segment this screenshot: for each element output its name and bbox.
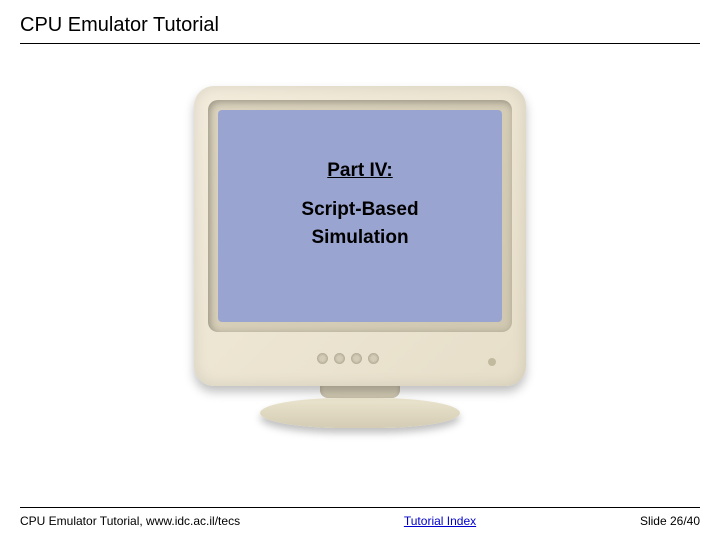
monitor-knobs: [317, 353, 379, 364]
knob-icon: [351, 353, 362, 364]
knob-icon: [368, 353, 379, 364]
monitor-bezel: Part IV: Script-Based Simulation: [194, 86, 526, 386]
monitor-figure: Part IV: Script-Based Simulation: [0, 86, 720, 436]
page-title: CPU Emulator Tutorial: [20, 14, 700, 44]
power-button-icon: [488, 358, 496, 366]
screen-part-label: Part IV:: [327, 160, 392, 182]
monitor-screen: Part IV: Script-Based Simulation: [218, 110, 502, 322]
slide-number: Slide 26/40: [640, 514, 700, 528]
footer-center: Tutorial Index: [240, 514, 640, 528]
knob-icon: [317, 353, 328, 364]
tutorial-index-link[interactable]: Tutorial Index: [404, 514, 476, 528]
screen-line-2: Simulation: [311, 224, 408, 252]
slide: CPU Emulator Tutorial Part IV: Script-Ba…: [0, 0, 720, 540]
crt-monitor: Part IV: Script-Based Simulation: [194, 86, 526, 436]
header: CPU Emulator Tutorial: [20, 14, 700, 44]
knob-icon: [334, 353, 345, 364]
footer-credit: CPU Emulator Tutorial, www.idc.ac.il/tec…: [20, 514, 240, 528]
monitor-stand-base: [260, 398, 460, 428]
screen-line-1: Script-Based: [301, 196, 418, 224]
footer: CPU Emulator Tutorial, www.idc.ac.il/tec…: [20, 507, 700, 528]
monitor-controls: [194, 344, 526, 372]
